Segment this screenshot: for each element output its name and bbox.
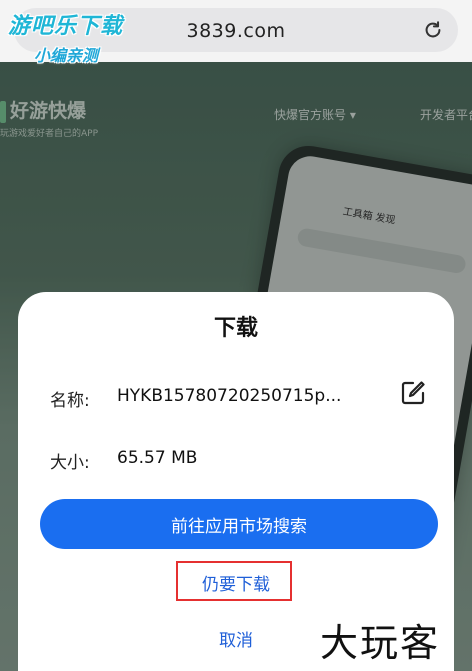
size-label: 大小: xyxy=(50,453,90,473)
file-size-value: 65.57 MB xyxy=(117,448,198,468)
go-to-app-market-button[interactable]: 前往应用市场搜索 xyxy=(40,499,438,549)
edit-icon[interactable] xyxy=(400,380,426,406)
watermark-top: 游吧乐下载 小编亲测 xyxy=(8,8,123,66)
file-name-value: HYKB15780720250715p... xyxy=(117,386,342,406)
watermark-bottom: 大玩客 xyxy=(320,621,441,665)
reload-icon[interactable] xyxy=(422,19,444,41)
name-label: 名称: xyxy=(50,391,90,411)
watermark-line2: 小编亲测 xyxy=(34,46,99,65)
highlight-box xyxy=(176,561,292,601)
dialog-title: 下载 xyxy=(213,316,258,341)
watermark-line1: 游吧乐下载 xyxy=(8,14,124,39)
